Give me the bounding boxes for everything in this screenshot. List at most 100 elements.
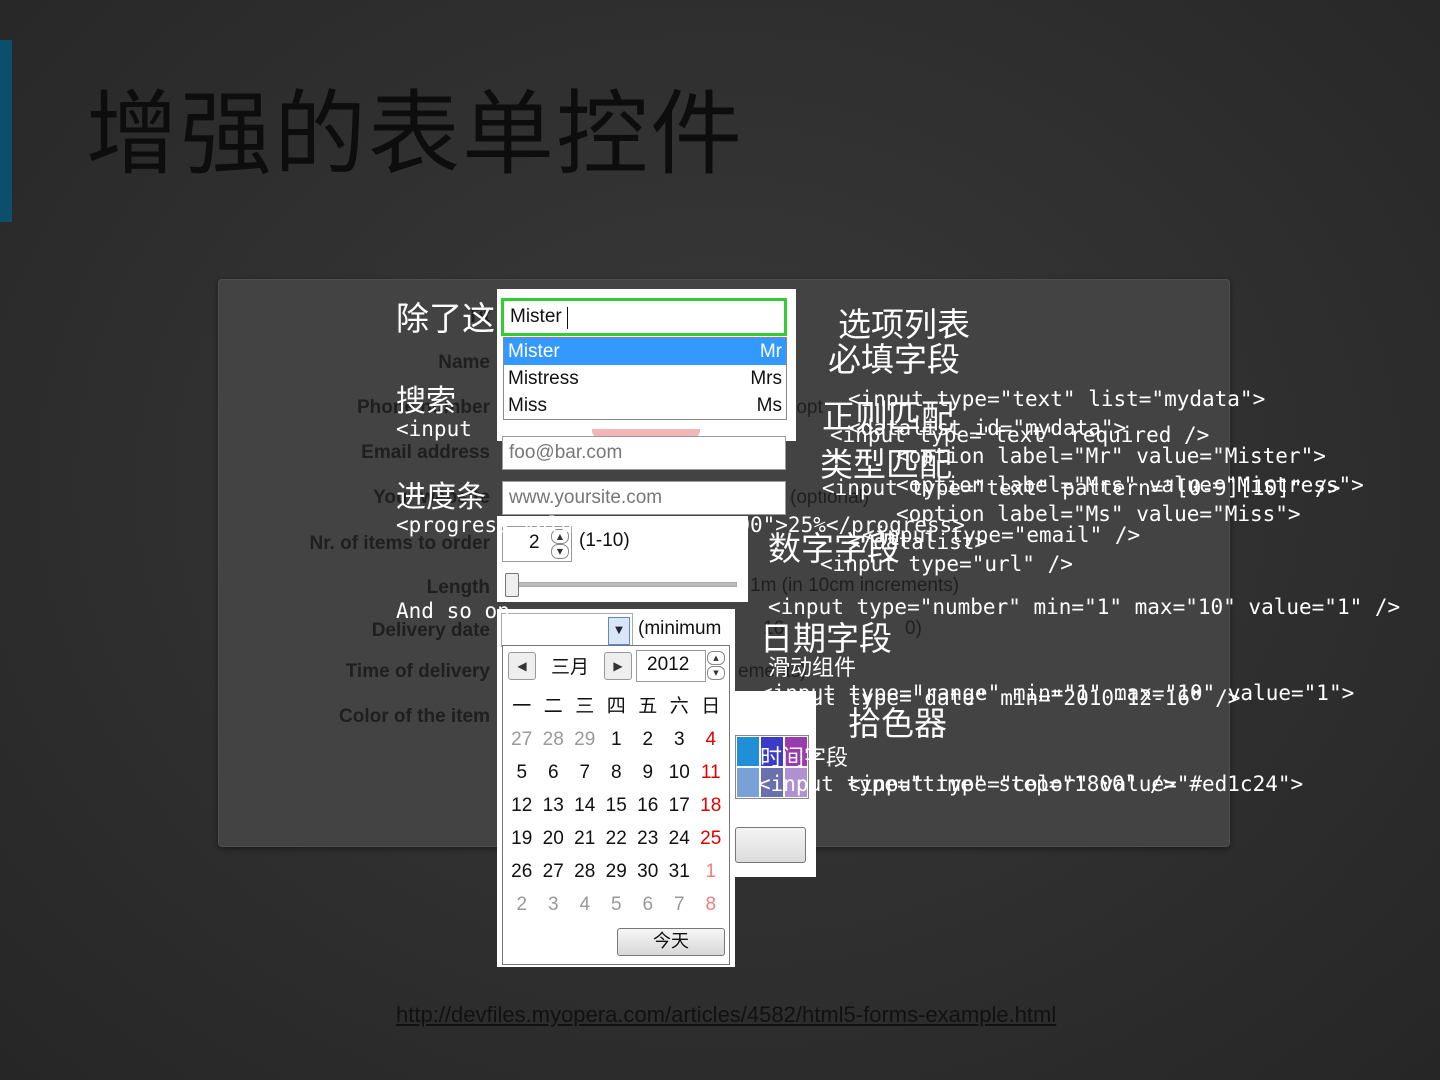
prev-month-icon[interactable]: ◀ — [508, 652, 536, 680]
calendar-day[interactable]: 28 — [569, 855, 601, 888]
calendar-day[interactable]: 25 — [695, 822, 727, 855]
dropdown-option[interactable]: Mistress Mrs — [504, 365, 786, 392]
next-month-icon[interactable]: ▶ — [604, 652, 632, 680]
accent-bar — [0, 40, 12, 222]
weekday-row: 一二三四五六日 — [506, 690, 727, 723]
calendar-day[interactable]: 26 — [506, 855, 538, 888]
calendar-day[interactable]: 10 — [664, 756, 696, 789]
calendar-day[interactable]: 27 — [506, 723, 538, 756]
calendar-day[interactable]: 5 — [601, 888, 633, 921]
calendar-day[interactable]: 18 — [695, 789, 727, 822]
calendar-day[interactable]: 16 — [632, 789, 664, 822]
calendar-day[interactable]: 2 — [506, 888, 538, 921]
color-swatch[interactable] — [736, 767, 760, 798]
text-caret — [567, 307, 568, 329]
hint-date-c: 0) — [905, 618, 922, 639]
day-grid: 27 28 29 1 2 3 4 5 6 7 8 9 10 11 12 13 14 15 16 17 18 19 20 21 2… — [506, 723, 727, 921]
range-slider-thumb[interactable] — [505, 573, 519, 597]
pattern-code: <input type="text" pattern="[0-9][10]" /… — [822, 476, 1341, 500]
calendar-popup: ◀ 三月 ▶ 2012 ▲ ▼ 一二三四五六日 27 28 29 1 2 3 4 5 6 7 8 9 1… — [502, 645, 730, 965]
weekday-label: 四 — [606, 696, 626, 717]
datalist-widget: Mister Mister Mr Mistress Mrs Miss Ms — [497, 289, 796, 441]
datalist-code-line: <option label="Mr" value="Mister"> — [896, 444, 1326, 468]
calendar-day[interactable]: 4 — [695, 723, 727, 756]
calendar-day[interactable]: 1 — [601, 723, 633, 756]
required-heading: 必填字段 — [828, 340, 960, 379]
email-field[interactable]: foo@bar.com — [502, 436, 786, 470]
weekday-label: 五 — [638, 696, 658, 717]
weekday-label: 一 — [512, 696, 532, 717]
date-picker-widget: ▼ (minimum ◀ 三月 ▶ 2012 ▲ ▼ 一二三四五六日 27 28 2… — [497, 609, 735, 967]
source-link[interactable]: http://devfiles.myopera.com/articles/458… — [396, 1002, 1056, 1028]
range-slider-track[interactable] — [507, 582, 737, 587]
calendar-day[interactable]: 28 — [538, 723, 570, 756]
calendar-day[interactable]: 12 — [506, 789, 538, 822]
color-swatch[interactable] — [736, 736, 760, 767]
dropdown-option[interactable]: Miss Ms — [504, 392, 786, 419]
calendar-day[interactable]: 6 — [538, 756, 570, 789]
calendar-day[interactable]: 14 — [569, 789, 601, 822]
calendar-day[interactable]: 8 — [695, 888, 727, 921]
datalist-input-value: Mister — [510, 306, 562, 327]
calendar-day[interactable]: 3 — [538, 888, 570, 921]
progress-heading: 进度条 — [396, 480, 486, 515]
calendar-day[interactable]: 22 — [601, 822, 633, 855]
intro-heading: 除了这 — [396, 299, 495, 338]
calendar-day[interactable]: 1 — [695, 855, 727, 888]
calendar-day[interactable]: 24 — [664, 822, 696, 855]
stepper-down-icon[interactable]: ▼ — [551, 544, 569, 559]
calendar-day[interactable]: 20 — [538, 822, 570, 855]
calendar-day[interactable]: 8 — [601, 756, 633, 789]
url-field[interactable]: www.yoursite.com — [502, 481, 786, 515]
calendar-day[interactable]: 6 — [632, 888, 664, 921]
label-time: Time of delivery — [345, 661, 490, 682]
weekday-label: 二 — [543, 696, 563, 717]
number-code: <input type="number" min="1" max="10" va… — [768, 595, 1401, 619]
calendar-day[interactable]: 17 — [664, 789, 696, 822]
calendar-day[interactable]: 29 — [601, 855, 633, 888]
calendar-day[interactable]: 3 — [664, 723, 696, 756]
datalist-code-line: </datalist> — [848, 530, 988, 554]
calendar-day[interactable]: 7 — [569, 756, 601, 789]
calendar-day[interactable]: 7 — [664, 888, 696, 921]
calendar-day[interactable]: 15 — [601, 789, 633, 822]
chevron-down-icon[interactable]: ▼ — [608, 617, 630, 645]
calendar-day[interactable]: 4 — [569, 888, 601, 921]
calendar-day[interactable]: 30 — [632, 855, 664, 888]
calendar-grid: 一二三四五六日 27 28 29 1 2 3 4 5 6 7 8 9 10 11 12 13 14 15 16 17 1… — [506, 690, 727, 921]
weekday-label: 三 — [575, 696, 595, 717]
calendar-day[interactable]: 21 — [569, 822, 601, 855]
range-heading: 滑动组件 — [768, 656, 857, 681]
calendar-day[interactable]: 13 — [538, 789, 570, 822]
url-code: <input type="url" /> — [820, 552, 1073, 576]
search-heading: 搜索 — [396, 384, 456, 419]
label-email: Email address — [361, 442, 490, 463]
slide-title: 增强的表单控件 — [86, 81, 745, 188]
weekday-label: 六 — [669, 696, 689, 717]
calendar-day[interactable]: 19 — [506, 822, 538, 855]
today-button[interactable]: 今天 — [617, 928, 725, 956]
datalist-input[interactable]: Mister — [501, 298, 787, 336]
label-name: Name — [438, 352, 490, 373]
calendar-day[interactable]: 29 — [569, 723, 601, 756]
label-length: Length — [426, 577, 490, 598]
date-input[interactable]: ▼ — [501, 613, 633, 647]
dropdown-option[interactable]: Mister Mr — [504, 338, 786, 365]
year-down-icon[interactable]: ▼ — [707, 666, 725, 680]
search-code: <input — [396, 417, 472, 441]
hint-length: 1m (in 10cm increments) — [750, 575, 960, 596]
label-delivery-date: Delivery date — [371, 620, 490, 641]
year-up-icon[interactable]: ▲ — [707, 651, 725, 665]
calendar-day[interactable]: 27 — [538, 855, 570, 888]
calendar-day[interactable]: 11 — [695, 756, 727, 789]
color-code: <input type="color" value="#ed1c24"> — [848, 772, 1304, 796]
calendar-day[interactable]: 5 — [506, 756, 538, 789]
datalist-code-line: <input type="text" list="mydata"> — [848, 387, 1266, 411]
calendar-day[interactable]: 31 — [664, 855, 696, 888]
label-color: Color of the item — [339, 706, 490, 727]
calendar-day[interactable]: 2 — [632, 723, 664, 756]
calendar-day[interactable]: 23 — [632, 822, 664, 855]
calendar-day[interactable]: 9 — [632, 756, 664, 789]
year-input[interactable]: 2012 — [636, 650, 706, 682]
color-ok-button[interactable] — [735, 827, 806, 863]
